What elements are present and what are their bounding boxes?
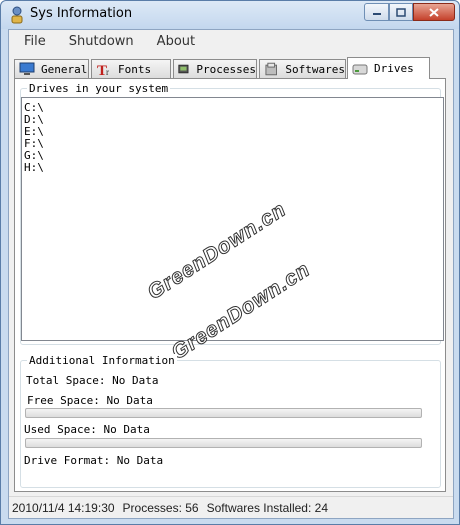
drives-group: Drives in your system C:\ D:\ E:\ F:\ G:…: [20, 82, 444, 365]
svg-text:r: r: [106, 67, 109, 76]
drive-list[interactable]: C:\ D:\ E:\ F:\ G:\ H:\ GreenDown.cn Gre…: [21, 97, 444, 365]
minimize-icon: [372, 13, 381, 15]
drives-group-label: Drives in your system: [27, 82, 171, 95]
list-item[interactable]: E:\: [24, 126, 443, 138]
status-bar: 2010/11/4 14:19:30 Processes: 56 Softwar…: [9, 496, 453, 518]
window-title: Sys Information: [30, 6, 133, 21]
tab-processes[interactable]: Processes: [173, 59, 257, 78]
list-item[interactable]: G:\: [24, 150, 443, 162]
total-space-label: Total Space: No Data: [26, 374, 159, 387]
used-space-label: Used Space: No Data: [24, 423, 150, 436]
tab-drives[interactable]: Drives: [347, 57, 430, 79]
additional-info-group: Additional Information Total Space: No D…: [20, 354, 441, 488]
menu-about[interactable]: About: [149, 30, 203, 54]
tab-processes-label: Processes: [196, 62, 256, 76]
free-space-bar: [25, 408, 422, 418]
list-item[interactable]: F:\: [24, 138, 443, 150]
tab-fonts[interactable]: T r Fonts: [91, 59, 171, 78]
tab-softwares-label: Softwares: [285, 62, 345, 76]
close-button[interactable]: [413, 3, 455, 21]
drive-format-label: Drive Format: No Data: [24, 454, 164, 467]
status-datetime: 2010/11/4 14:19:30: [12, 500, 115, 515]
free-space-label: Free Space: No Data: [27, 394, 153, 407]
list-item[interactable]: D:\: [24, 114, 443, 126]
close-icon: [429, 7, 439, 17]
menu-bar: File Shutdown About: [9, 30, 453, 54]
menu-file[interactable]: File: [16, 30, 54, 54]
maximize-icon: [396, 7, 406, 17]
additional-info-label: Additional Information: [27, 354, 177, 367]
list-item[interactable]: H:\: [24, 162, 443, 174]
tab-strip: General T r Fonts Processes Softwares Dr…: [14, 57, 444, 79]
app-icon: [11, 6, 23, 24]
minimize-button[interactable]: [364, 3, 389, 21]
status-processes: Processes: 56: [122, 500, 199, 515]
used-space-bar: [25, 438, 422, 448]
tab-softwares[interactable]: Softwares: [259, 59, 346, 78]
drive-icon: [352, 64, 368, 74]
tab-general[interactable]: General: [14, 59, 89, 78]
title-bar[interactable]: Sys Information: [1, 1, 459, 29]
menu-shutdown[interactable]: Shutdown: [61, 30, 142, 54]
general-icon: [19, 62, 35, 75]
tab-general-label: General: [41, 62, 88, 76]
softwares-icon: [265, 62, 277, 76]
processes-icon: [178, 64, 189, 74]
tab-drives-label: Drives: [374, 62, 414, 75]
list-item[interactable]: C:\: [24, 102, 443, 114]
tab-fonts-label: Fonts: [118, 62, 152, 76]
fonts-icon: T r: [97, 63, 109, 76]
drives-panel: Drives in your system C:\ D:\ E:\ F:\ G:…: [14, 78, 446, 492]
client-area: File Shutdown About General T r Fonts Pr…: [8, 29, 454, 519]
status-softwares: Softwares Installed: 24: [206, 500, 328, 515]
app-window: Sys Information File Shutdown About Gene…: [0, 0, 460, 525]
maximize-button[interactable]: [389, 3, 413, 21]
